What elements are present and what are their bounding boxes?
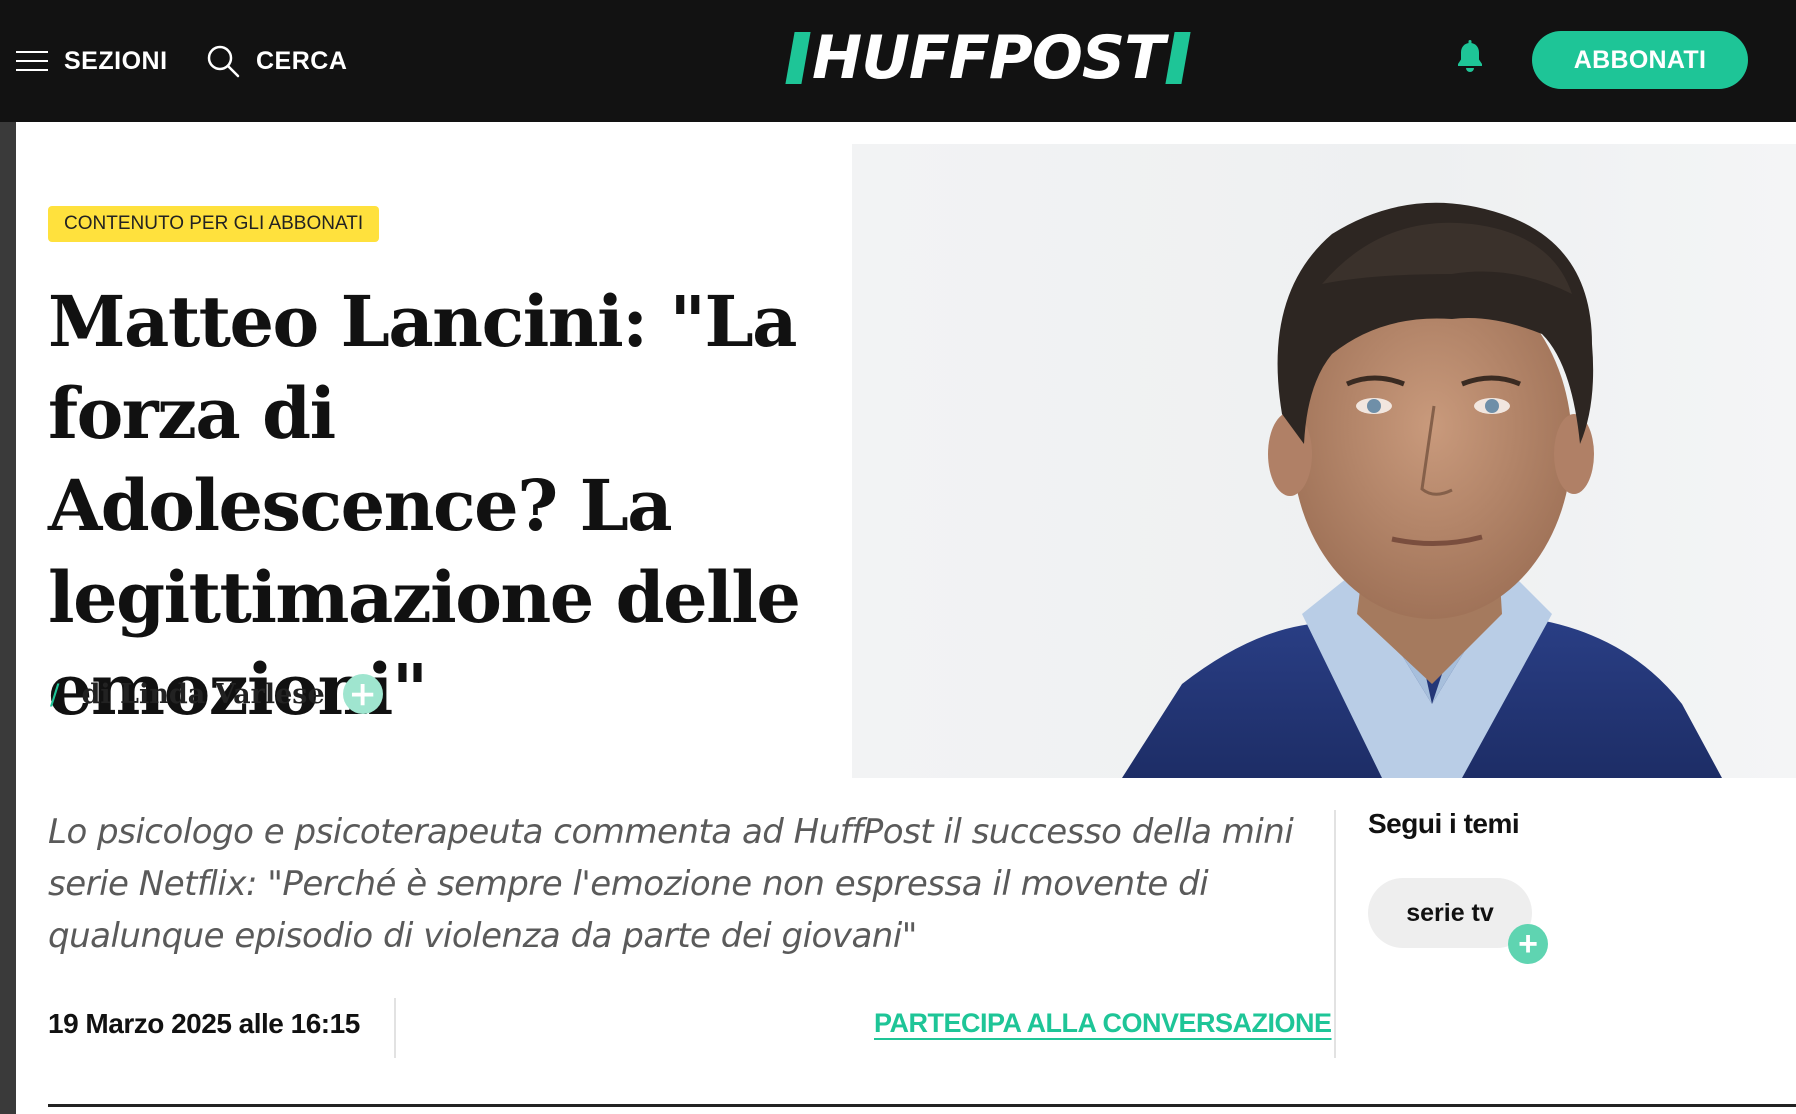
follow-author-button[interactable]: + — [342, 674, 383, 714]
notifications-button[interactable] — [1454, 40, 1486, 79]
author-link[interactable]: di Linda Varlese — [81, 679, 324, 710]
plus-icon: + — [1518, 925, 1538, 963]
article-summary: Lo psicologo e psicoterapeuta commenta a… — [48, 812, 1294, 956]
sections-menu-button[interactable]: SEZIONI — [16, 0, 168, 122]
sidebar-divider — [1334, 810, 1336, 1058]
search-icon — [207, 45, 240, 78]
subscriber-content-badge: CONTENUTO PER GLI ABBONATI — [48, 206, 380, 242]
search-label: CERCA — [256, 46, 348, 75]
article-byline: / di Linda Varlese + — [50, 674, 383, 714]
article-headline: Matteo Lancini: "La forza di Adolescence… — [48, 280, 801, 731]
huffpost-logo[interactable]: HUFFPOST — [785, 23, 1191, 93]
search-button[interactable]: CERCA — [206, 0, 347, 122]
bell-icon — [1458, 40, 1482, 72]
logo-right-bar — [1165, 32, 1191, 84]
byline-slash: / — [50, 677, 60, 711]
topic-tag-serie-tv[interactable]: serie tv — [1368, 878, 1532, 948]
logo-left-bar — [785, 32, 811, 84]
sections-label: SEZIONI — [64, 46, 168, 75]
hamburger-icon — [16, 51, 48, 71]
publish-date: 19 Marzo 2025 alle 16:15 — [48, 1008, 360, 1039]
follow-topics-title: Segui i temi — [1368, 808, 1520, 839]
follow-topic-button[interactable]: + — [1508, 924, 1548, 964]
logo-text: HUFFPOST — [812, 23, 1165, 93]
date-divider — [394, 998, 396, 1058]
portrait-image — [1122, 202, 1722, 778]
left-edge-stripe — [0, 122, 16, 1114]
article-hero-photo — [852, 144, 1796, 778]
site-header: SEZIONI CERCA HUFFPOST ABBONATI — [0, 0, 1796, 122]
bottom-rule — [48, 1104, 1796, 1107]
join-conversation-link[interactable]: PARTECIPA ALLA CONVERSAZIONE — [874, 1008, 1332, 1039]
plus-icon: + — [348, 674, 377, 714]
subscribe-button[interactable]: ABBONATI — [1532, 31, 1748, 89]
